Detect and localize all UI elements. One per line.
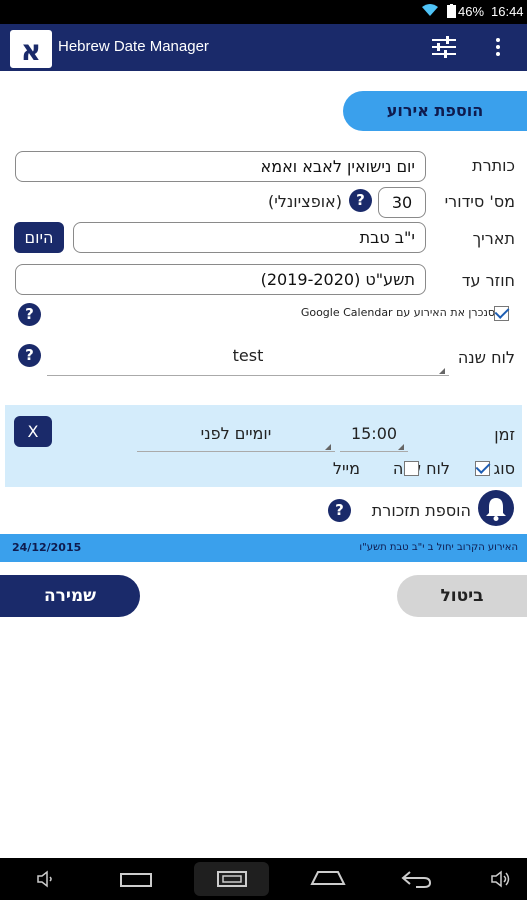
today-button[interactable]: היום <box>14 222 64 253</box>
remove-reminder-button[interactable]: X <box>14 416 52 447</box>
sync-google-checkbox[interactable] <box>494 306 509 321</box>
reminder-help-icon[interactable]: ? <box>328 499 351 522</box>
cancel-button[interactable]: ביטול <box>397 575 527 617</box>
home-icon[interactable] <box>310 870 346 890</box>
calendar-label: לוח שנה <box>457 348 515 367</box>
calendar-spinner[interactable]: test <box>47 342 449 376</box>
type-email-checkbox[interactable] <box>404 461 420 476</box>
back-icon[interactable] <box>400 870 432 892</box>
title-label: כותרת <box>472 156 515 175</box>
reminder-time-label: זמן <box>494 425 515 444</box>
recents-icon[interactable] <box>120 872 152 891</box>
calendar-value: test <box>232 346 264 365</box>
settings-sliders-icon[interactable] <box>432 36 456 62</box>
title-field[interactable]: יום נישואין לאבא ואמא <box>15 151 426 182</box>
type-email-label: מייל <box>332 459 360 478</box>
sync-help-icon[interactable]: ? <box>18 303 41 326</box>
overflow-menu-icon[interactable] <box>495 37 501 61</box>
reminder-time-spinner[interactable]: 15:00 <box>340 420 408 452</box>
save-button[interactable]: שמירה <box>0 575 140 617</box>
dropdown-arrow-icon <box>325 444 331 450</box>
serial-optional-note: (אופציונלי) <box>267 192 342 211</box>
date-label: תאריך <box>472 229 515 248</box>
screenshot-icon[interactable] <box>194 862 269 896</box>
dropdown-arrow-icon <box>439 368 445 374</box>
battery-percent: 46% <box>458 4 485 19</box>
type-calendar-checkbox[interactable] <box>475 461 491 476</box>
serial-field[interactable]: 30 <box>378 187 426 218</box>
battery-icon <box>447 4 456 21</box>
app-logo: א <box>10 30 52 68</box>
next-event-text: האירוע הקרוב יחול ב י"ב טבת תשע"ו <box>359 542 518 553</box>
reminder-time-value: 15:00 <box>350 424 398 443</box>
volume-down-icon[interactable] <box>36 870 54 892</box>
wifi-icon <box>422 4 438 20</box>
add-reminder-label[interactable]: הוספת תזכורת <box>356 501 471 520</box>
sync-google-label: סנכרן את האירוע עם Google Calendar <box>300 306 495 319</box>
reminder-offset-spinner[interactable]: יומיים לפני <box>137 420 335 452</box>
app-title: Hebrew Date Manager <box>58 38 209 55</box>
clock: 16:44 <box>491 4 524 19</box>
repeat-until-label: חוזר עד <box>461 271 515 290</box>
serial-label: מס' סידורי <box>444 192 515 211</box>
date-field[interactable]: י"ב טבת <box>73 222 426 253</box>
repeat-until-field[interactable]: תשע"ט (2019-2020) <box>15 264 426 295</box>
serial-help-icon[interactable]: ? <box>349 189 372 212</box>
next-event-date: 24/12/2015 <box>12 541 82 554</box>
dropdown-arrow-icon <box>398 444 404 450</box>
bell-icon[interactable] <box>478 490 514 526</box>
volume-up-icon[interactable] <box>490 870 512 892</box>
status-bar: 46% 16:44 <box>0 0 527 24</box>
calendar-help-icon[interactable]: ? <box>18 344 41 367</box>
add-event-header: הוספת אירוע <box>343 91 527 131</box>
reminder-offset-value: יומיים לפני <box>200 424 272 443</box>
